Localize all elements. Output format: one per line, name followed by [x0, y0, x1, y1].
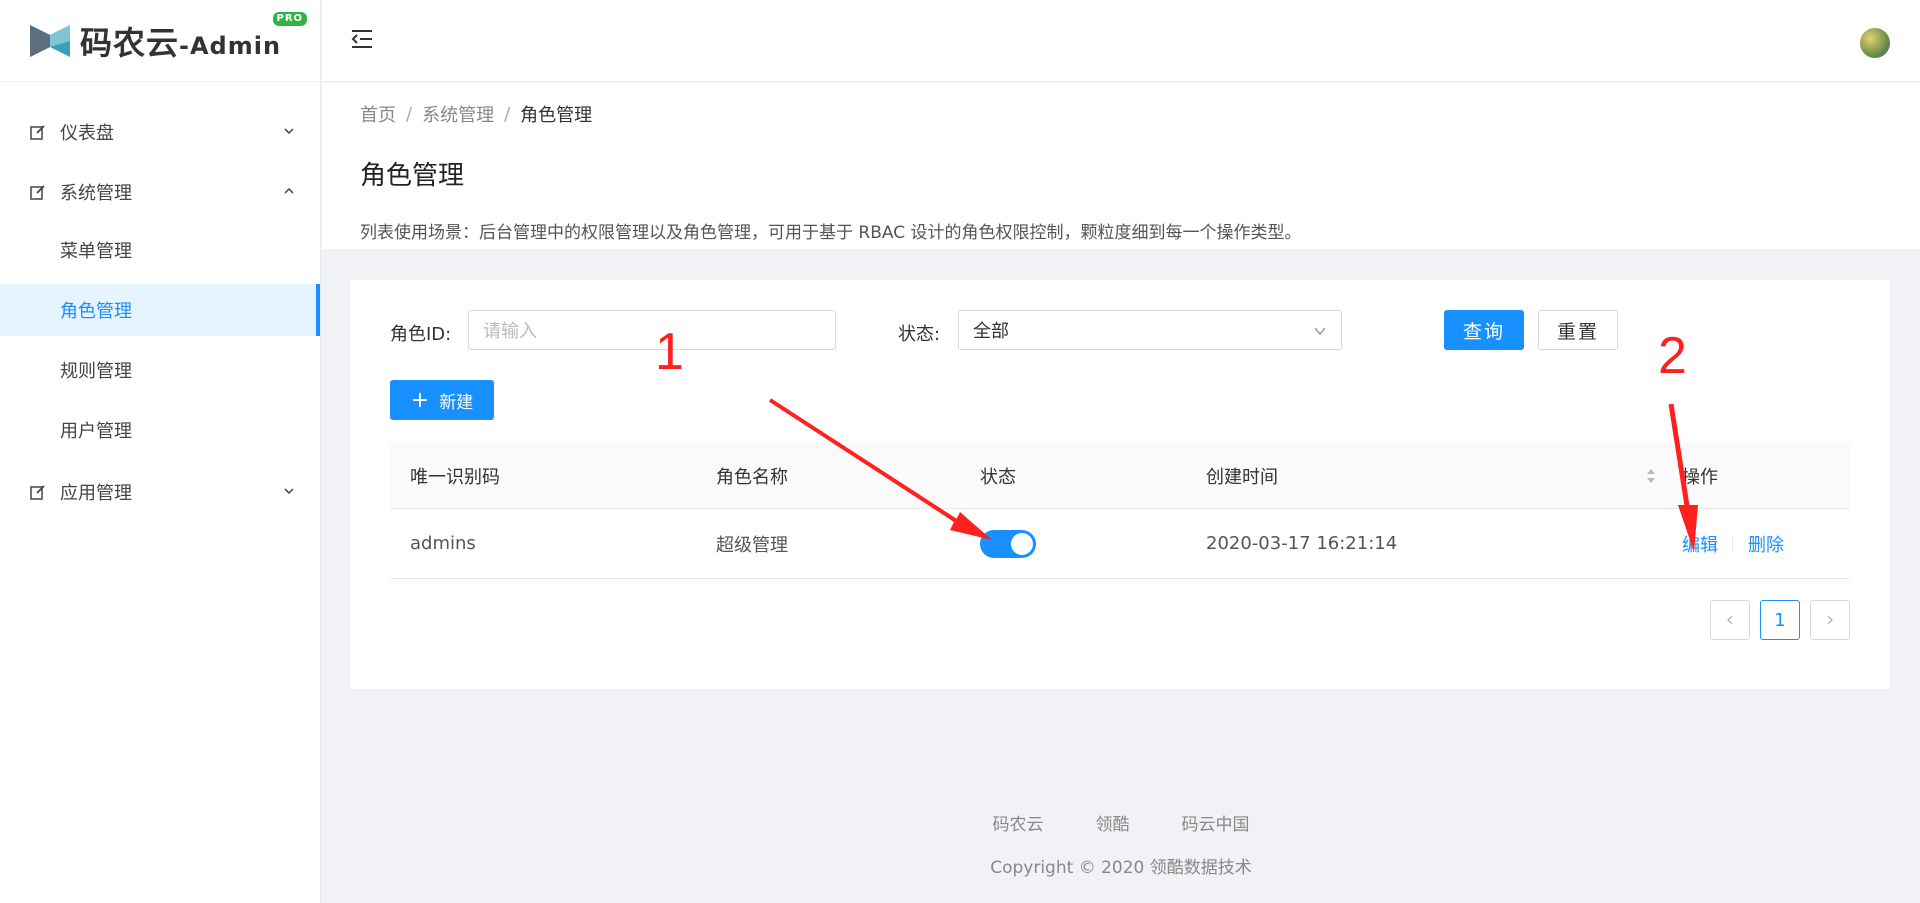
column-header-code: 唯一识别码: [410, 466, 500, 488]
sort-icon[interactable]: [1646, 467, 1656, 485]
role-id-input[interactable]: 请输入: [468, 310, 836, 350]
table-header: 唯一识别码 角色名称 状态 创建时间 操作: [390, 443, 1850, 509]
sidebar-item-rule-mgmt[interactable]: 规则管理: [0, 344, 320, 396]
new-role-button[interactable]: + 新建: [390, 380, 494, 420]
breadcrumb: 首页 / 系统管理 / 角色管理: [360, 101, 1882, 127]
page-title: 角色管理: [360, 161, 465, 191]
column-header-actions: 操作: [1682, 466, 1718, 488]
toggle-knob: [1011, 533, 1033, 555]
footer: 码农云 领酷 码云中国 Copyright © 2020 领酷数据技术: [322, 810, 1920, 878]
sidebar-menu: 仪表盘 系统管理 菜单管理 角色管理 规则管理 用户管理 应用管理: [0, 82, 320, 520]
chevron-down-icon: [284, 488, 294, 495]
new-role-label: 新建: [439, 392, 474, 413]
query-button[interactable]: 查询: [1444, 310, 1524, 350]
next-page-button[interactable]: [1810, 600, 1850, 640]
table-row: admins 超级管理 2020-03-17 16:21:14 编辑 删除: [390, 509, 1850, 579]
annotation-label-1: 1: [655, 323, 684, 381]
logo[interactable]: 码农云-Admin PRO: [0, 0, 320, 82]
sidebar-item-app-mgmt[interactable]: 应用管理: [0, 464, 320, 520]
breadcrumb-home[interactable]: 首页: [360, 101, 396, 127]
chevron-left-icon: [1726, 615, 1733, 625]
edit-icon: [30, 485, 45, 500]
role-table: 唯一识别码 角色名称 状态 创建时间 操作 admins 超级管理 2020-0…: [390, 443, 1850, 579]
sidebar-item-label: 应用管理: [60, 483, 132, 504]
footer-link[interactable]: 领酷: [1096, 810, 1130, 835]
logo-suffix: -Admin: [179, 31, 282, 60]
logo-title: 码农云: [80, 23, 180, 62]
cell-created: 2020-03-17 16:21:14: [1206, 533, 1398, 554]
sidebar-item-role-mgmt[interactable]: 角色管理: [0, 284, 320, 336]
page-header: 首页 / 系统管理 / 角色管理 角色管理 列表使用场景：后台管理中的权限管理以…: [322, 83, 1920, 249]
annotation-label-2: 2: [1658, 327, 1687, 385]
column-header-status: 状态: [980, 466, 1016, 488]
sidebar-item-dashboard[interactable]: 仪表盘: [0, 104, 320, 160]
column-header-name: 角色名称: [716, 466, 788, 488]
delete-link[interactable]: 删除: [1748, 531, 1784, 557]
breadcrumb-system[interactable]: 系统管理: [422, 101, 494, 127]
breadcrumb-separator: /: [406, 103, 413, 125]
plus-icon: +: [410, 387, 430, 413]
sidebar-item-menu-mgmt[interactable]: 菜单管理: [0, 224, 320, 276]
sidebar-item-label: 系统管理: [60, 183, 132, 204]
sidebar-item-user-mgmt[interactable]: 用户管理: [0, 404, 320, 456]
avatar[interactable]: [1860, 28, 1890, 58]
action-divider: [1732, 536, 1733, 552]
pagination: 1: [1700, 600, 1850, 640]
chevron-down-icon: [284, 128, 294, 135]
page-description: 列表使用场景：后台管理中的权限管理以及角色管理，可用于基于 RBAC 设计的角色…: [360, 223, 1302, 243]
sidebar-item-label: 仪表盘: [60, 123, 114, 144]
chevron-up-icon: [284, 187, 294, 194]
status-select[interactable]: 全部: [958, 310, 1342, 350]
sidebar-item-system[interactable]: 系统管理: [0, 164, 320, 220]
copyright: Copyright © 2020 领酷数据技术: [990, 858, 1252, 878]
menu-fold-icon[interactable]: [350, 28, 374, 50]
cell-name: 超级管理: [716, 534, 788, 556]
prev-page-button[interactable]: [1710, 600, 1750, 640]
sidebar: 码农云-Admin PRO 仪表盘 系统管理 菜单管理 角色管理 规则管理 用户…: [0, 0, 321, 903]
edit-icon: [30, 125, 45, 140]
status-toggle[interactable]: [980, 530, 1036, 558]
status-select-value: 全部: [973, 321, 1009, 342]
status-label: 状态:: [898, 324, 941, 345]
edit-link[interactable]: 编辑: [1682, 531, 1718, 557]
breadcrumb-current: 角色管理: [520, 105, 593, 126]
role-id-label: 角色ID:: [390, 324, 452, 345]
logo-mark-icon: [30, 24, 70, 57]
chevron-right-icon: [1827, 615, 1834, 625]
footer-link[interactable]: 码云中国: [1182, 810, 1250, 835]
page-1-button[interactable]: 1: [1760, 600, 1800, 640]
pro-badge: PRO: [272, 11, 308, 26]
column-header-created[interactable]: 创建时间: [1206, 463, 1278, 489]
breadcrumb-separator: /: [504, 103, 511, 125]
reset-button[interactable]: 重置: [1538, 310, 1618, 350]
chevron-down-icon: [1314, 327, 1326, 336]
filter-form: 角色ID: 请输入 状态: 全部 查询 重置: [390, 310, 1850, 352]
logo-text: 码农云-Admin PRO: [80, 11, 308, 64]
footer-link[interactable]: 码农云: [993, 810, 1044, 835]
top-header: [322, 0, 1920, 82]
footer-links: 码农云 领酷 码云中国: [322, 810, 1920, 835]
edit-icon: [30, 185, 45, 200]
cell-code: admins: [410, 533, 476, 554]
